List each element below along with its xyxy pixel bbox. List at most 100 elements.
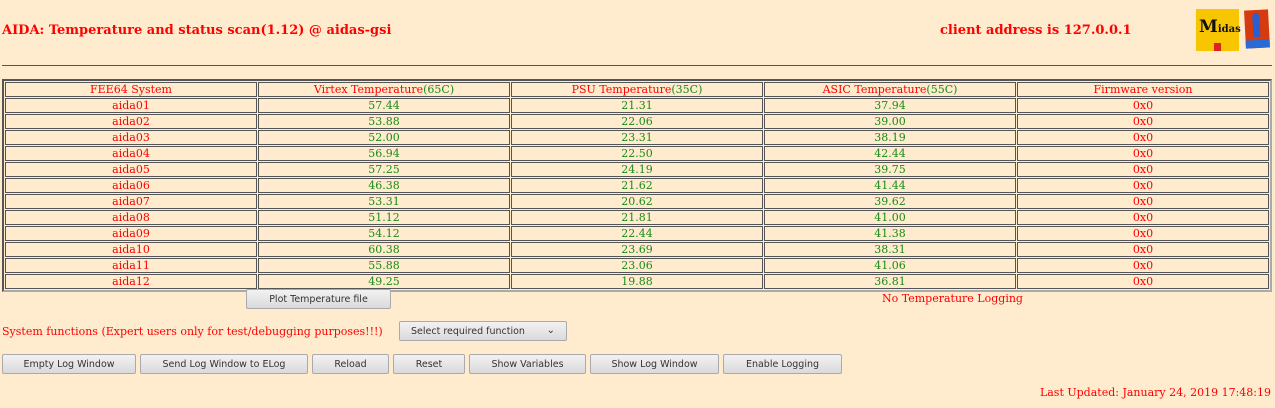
temperature-cell: 23.06: [511, 258, 763, 273]
temperature-cell: 23.31: [511, 130, 763, 145]
table-row: aida12 49.25 19.88 36.81 0x0: [5, 274, 1269, 289]
column-header-limit: (65C): [423, 83, 455, 96]
function-select-value: Select required function: [411, 325, 525, 337]
firmware-cell: 0x0: [1017, 114, 1269, 129]
system-name-cell: aida06: [5, 178, 257, 193]
client-address: client address is 127.0.0.1: [940, 23, 1132, 38]
temperature-cell: 23.69: [511, 242, 763, 257]
temperature-cell: 22.50: [511, 146, 763, 161]
send-log-to-elog-button[interactable]: Send Log Window to ELog: [140, 354, 308, 374]
temperature-cell: 46.38: [258, 178, 510, 193]
table-row: aida03 52.00 23.31 38.19 0x0: [5, 130, 1269, 145]
temperature-cell: 38.31: [764, 242, 1016, 257]
temperature-cell: 54.12: [258, 226, 510, 241]
firmware-cell: 0x0: [1017, 210, 1269, 225]
table-row: aida01 57.44 21.31 37.94 0x0: [5, 98, 1269, 113]
system-name-cell: aida07: [5, 194, 257, 209]
column-header-label: FEE64 System: [90, 83, 172, 96]
empty-log-window-button[interactable]: Empty Log Window: [2, 354, 136, 374]
table-row: aida02 53.88 22.06 39.00 0x0: [5, 114, 1269, 129]
plot-temperature-button[interactable]: Plot Temperature file: [246, 289, 391, 309]
function-select[interactable]: Select required function ⌄: [399, 321, 567, 341]
column-header-limit: (35C): [671, 83, 703, 96]
table-row: aida07 53.31 20.62 39.62 0x0: [5, 194, 1269, 209]
page-title: AIDA: Temperature and status scan(1.12) …: [2, 23, 392, 38]
firmware-cell: 0x0: [1017, 258, 1269, 273]
temperature-cell: 39.75: [764, 162, 1016, 177]
firmware-cell: 0x0: [1017, 274, 1269, 289]
system-name-cell: aida09: [5, 226, 257, 241]
temperature-cell: 37.94: [764, 98, 1016, 113]
temperature-cell: 24.19: [511, 162, 763, 177]
column-header-label: Virtex Temperature: [313, 83, 424, 96]
temperature-cell: 41.00: [764, 210, 1016, 225]
temperature-cell: 41.44: [764, 178, 1016, 193]
temperature-cell: 21.81: [511, 210, 763, 225]
enable-logging-button[interactable]: Enable Logging: [723, 354, 842, 374]
column-header: Firmware version: [1017, 82, 1269, 97]
temperature-cell: 57.25: [258, 162, 510, 177]
temperature-cell: 41.38: [764, 226, 1016, 241]
column-header: ASIC Temperature(55C): [764, 82, 1016, 97]
temperature-cell: 56.94: [258, 146, 510, 161]
system-name-cell: aida05: [5, 162, 257, 177]
firmware-cell: 0x0: [1017, 146, 1269, 161]
system-name-cell: aida10: [5, 242, 257, 257]
temperature-cell: 55.88: [258, 258, 510, 273]
column-header-label: PSU Temperature: [571, 83, 672, 96]
temperature-cell: 41.06: [764, 258, 1016, 273]
chevron-down-icon: ⌄: [546, 325, 555, 336]
table-row: aida04 56.94 22.50 42.44 0x0: [5, 146, 1269, 161]
reload-button[interactable]: Reload: [312, 354, 389, 374]
temperature-cell: 38.19: [764, 130, 1016, 145]
firmware-cell: 0x0: [1017, 130, 1269, 145]
table-row: aida06 46.38 21.62 41.44 0x0: [5, 178, 1269, 193]
show-variables-button[interactable]: Show Variables: [469, 354, 586, 374]
table-row: aida10 60.38 23.69 38.31 0x0: [5, 242, 1269, 257]
logging-status: No Temperature Logging: [882, 292, 1023, 305]
midas-logo: Midas: [1196, 9, 1241, 51]
temperature-cell: 42.44: [764, 146, 1016, 161]
reset-button[interactable]: Reset: [393, 354, 465, 374]
system-name-cell: aida12: [5, 274, 257, 289]
show-log-window-button[interactable]: Show Log Window: [590, 354, 719, 374]
temperature-cell: 19.88: [511, 274, 763, 289]
system-name-cell: aida04: [5, 146, 257, 161]
firmware-cell: 0x0: [1017, 194, 1269, 209]
temperature-cell: 36.81: [764, 274, 1016, 289]
tcl-logo: [1244, 9, 1270, 49]
temperature-cell: 53.31: [258, 194, 510, 209]
table-header-row: FEE64 System Virtex Temperature(65C) PSU T…: [5, 82, 1269, 97]
temperature-cell: 57.44: [258, 98, 510, 113]
temperature-cell: 39.00: [764, 114, 1016, 129]
firmware-cell: 0x0: [1017, 178, 1269, 193]
last-updated: Last Updated: January 24, 2019 17:48:19: [1039, 386, 1271, 399]
table-row: aida05 57.25 24.19 39.75 0x0: [5, 162, 1269, 177]
column-header: Virtex Temperature(65C): [258, 82, 510, 97]
temperature-cell: 39.62: [764, 194, 1016, 209]
system-name-cell: aida01: [5, 98, 257, 113]
temperature-cell: 21.62: [511, 178, 763, 193]
system-functions-label: System functions (Expert users only for …: [2, 325, 383, 338]
system-name-cell: aida02: [5, 114, 257, 129]
system-name-cell: aida11: [5, 258, 257, 273]
column-header-limit: (55C): [926, 83, 958, 96]
column-header-label: Firmware version: [1093, 83, 1193, 96]
system-name-cell: aida03: [5, 130, 257, 145]
temperature-cell: 20.62: [511, 194, 763, 209]
temperature-cell: 22.06: [511, 114, 763, 129]
temperature-cell: 51.12: [258, 210, 510, 225]
temperature-cell: 53.88: [258, 114, 510, 129]
column-header: FEE64 System: [5, 82, 257, 97]
temperature-cell: 22.44: [511, 226, 763, 241]
column-header-label: ASIC Temperature: [822, 83, 927, 96]
divider: [2, 65, 1272, 66]
system-name-cell: aida08: [5, 210, 257, 225]
table-row: aida08 51.12 21.81 41.00 0x0: [5, 210, 1269, 225]
firmware-cell: 0x0: [1017, 98, 1269, 113]
firmware-cell: 0x0: [1017, 242, 1269, 257]
firmware-cell: 0x0: [1017, 226, 1269, 241]
temperature-cell: 60.38: [258, 242, 510, 257]
temperature-cell: 21.31: [511, 98, 763, 113]
temperature-table: FEE64 System Virtex Temperature(65C) PSU T…: [2, 79, 1272, 292]
